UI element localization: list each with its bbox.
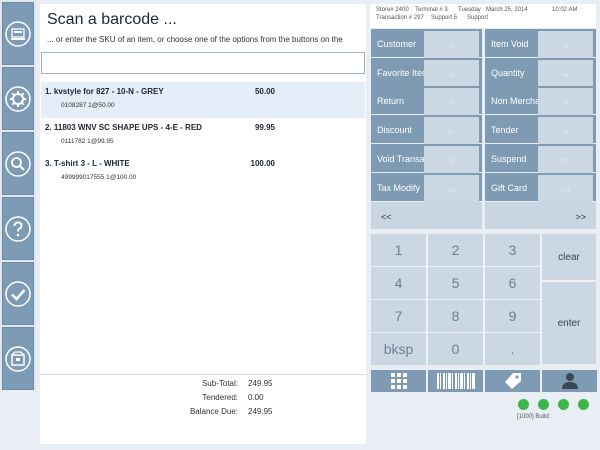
non-merchandise-button[interactable]: Non Merchandise F6	[485, 86, 596, 120]
status-indicator	[538, 399, 549, 410]
tender-button[interactable]: Tender F8	[485, 115, 596, 149]
date: March 25, 2014	[486, 7, 528, 13]
key-7[interactable]: 7	[371, 300, 426, 332]
item-detail: 499999017555 1@100.00	[61, 174, 137, 181]
item-title: 1. kvstyle for 827 - 10-N - GREY	[45, 87, 164, 96]
keypad-grid-icon	[390, 373, 407, 389]
key-8[interactable]: 8	[428, 300, 483, 332]
item-price: 50.00	[254, 87, 275, 96]
barcode-icon	[436, 373, 475, 389]
status-indicator	[518, 399, 529, 410]
session-header: Store# 2400 Terminal # 3 Tuesday March 2…	[370, 4, 596, 28]
numeric-keypad: 1 2 3 4 5 6 7 8 9 bksp 0 . clear enter	[371, 234, 596, 365]
gear-icon	[5, 85, 31, 112]
key-3[interactable]: 3	[485, 234, 540, 266]
sale-panel: Scan a barcode ... ... or enter the SKU …	[40, 4, 366, 444]
button-label: Return	[377, 96, 405, 106]
item-title: 3. T-shirt 3 - L - WHITE	[45, 159, 130, 168]
store-number: Store# 2400	[376, 7, 409, 13]
item-void-button[interactable]: Item Void F2	[485, 29, 596, 63]
key-4[interactable]: 4	[371, 267, 426, 299]
user-icon	[561, 373, 578, 389]
key-2[interactable]: 2	[428, 234, 483, 266]
next-page-button[interactable]: >>	[485, 202, 596, 229]
button-label: Suspend	[491, 154, 527, 164]
balance-label: Balance Due:	[189, 407, 238, 416]
page-title: Scan a barcode ...	[47, 11, 177, 28]
barcode-button[interactable]	[428, 370, 483, 392]
button-label: Tax Modify	[377, 183, 421, 193]
list-item[interactable]: 2. 11803 WNV SC SHAPE UPS - 4-E - RED 99…	[41, 118, 365, 154]
transaction-number: Transaction # 297	[376, 15, 424, 21]
tax-modify-button[interactable]: Tax Modify F11	[371, 173, 482, 207]
void-transaction-button[interactable]: Void Transaction F9	[371, 144, 482, 178]
return-button[interactable]: Return F5	[371, 86, 482, 120]
item-price: 100.00	[250, 159, 275, 168]
register-icon	[5, 20, 31, 47]
tendered-value: 0.00	[248, 393, 264, 402]
price-tag-button[interactable]	[485, 370, 540, 392]
button-label: Gift Card	[491, 183, 528, 193]
barcode-input[interactable]	[41, 52, 365, 74]
prev-page-button[interactable]: <<	[371, 202, 482, 229]
discount-button[interactable]: Discount F7	[371, 115, 482, 149]
prev-label: <<	[381, 212, 392, 222]
subtotal-value: 249.95	[248, 379, 273, 388]
item-detail: 0111782 1@99.95	[61, 138, 114, 145]
checkmark-icon	[5, 280, 31, 307]
balance-value: 249.95	[248, 407, 273, 416]
status-indicator	[558, 399, 569, 410]
subtotal-label: Sub-Total:	[201, 379, 238, 388]
terminal-number: Terminal # 3	[415, 7, 448, 13]
item-title: 2. 11803 WNV SC SHAPE UPS - 4-E - RED	[45, 123, 202, 132]
key-1[interactable]: 1	[371, 234, 426, 266]
enter-button[interactable]: enter	[542, 282, 596, 364]
key-9[interactable]: 9	[485, 300, 540, 332]
quantity-button[interactable]: Quantity F4	[485, 58, 596, 92]
settings-button[interactable]	[2, 67, 34, 130]
next-label: >>	[575, 212, 586, 222]
sidebar	[0, 0, 36, 390]
support-link: Support	[467, 15, 489, 21]
box-icon	[5, 345, 31, 372]
build-info: [1000] Build:	[517, 414, 551, 420]
gift-card-button[interactable]: Gift Card F12	[485, 173, 596, 207]
magnifier-icon	[5, 150, 31, 177]
inventory-button[interactable]	[2, 327, 34, 390]
keypad-toggle-button[interactable]	[371, 370, 426, 392]
day-of-week: Tuesday	[458, 7, 481, 13]
time: 10:02 AM	[552, 7, 578, 13]
favorite-items-button[interactable]: Favorite Items F3	[371, 58, 482, 92]
button-label: Discount	[377, 125, 413, 135]
list-item[interactable]: 3. T-shirt 3 - L - WHITE 100.00 49999901…	[41, 154, 365, 190]
key-decimal[interactable]: .	[485, 333, 540, 365]
button-label: Customer	[377, 39, 417, 49]
tendered-label: Tendered:	[202, 393, 238, 402]
search-button[interactable]	[2, 132, 34, 195]
item-list: 1. kvstyle for 827 - 10-N - GREY 50.00 0…	[41, 82, 365, 190]
page-subtitle: ... or enter the SKU of an item, or choo…	[47, 35, 343, 44]
totals-section: Sub-Total: 249.95 Tendered: 0.00 Balance…	[40, 374, 366, 416]
button-label: Item Void	[491, 39, 529, 49]
suspend-button[interactable]: Suspend F10	[485, 144, 596, 178]
register-button[interactable]	[2, 2, 34, 65]
list-item[interactable]: 1. kvstyle for 827 - 10-N - GREY 50.00 0…	[41, 82, 365, 118]
key-backspace[interactable]: bksp	[371, 333, 426, 365]
key-0[interactable]: 0	[428, 333, 483, 365]
user-button[interactable]	[542, 370, 597, 392]
help-icon	[5, 215, 31, 242]
confirm-button[interactable]	[2, 262, 34, 325]
key-6[interactable]: 6	[485, 267, 540, 299]
item-price: 99.95	[254, 123, 275, 132]
clear-button[interactable]: clear	[542, 234, 596, 280]
customer-button[interactable]: Customer F1	[371, 29, 482, 63]
key-5[interactable]: 5	[428, 267, 483, 299]
support-level: Support 5	[431, 15, 458, 21]
price-tag-icon	[504, 373, 521, 389]
status-indicator	[578, 399, 589, 410]
help-button[interactable]	[2, 197, 34, 260]
button-label: Quantity	[491, 68, 525, 78]
item-detail: 0108287 1@50.00	[61, 102, 115, 109]
button-label: Tender	[491, 125, 519, 135]
